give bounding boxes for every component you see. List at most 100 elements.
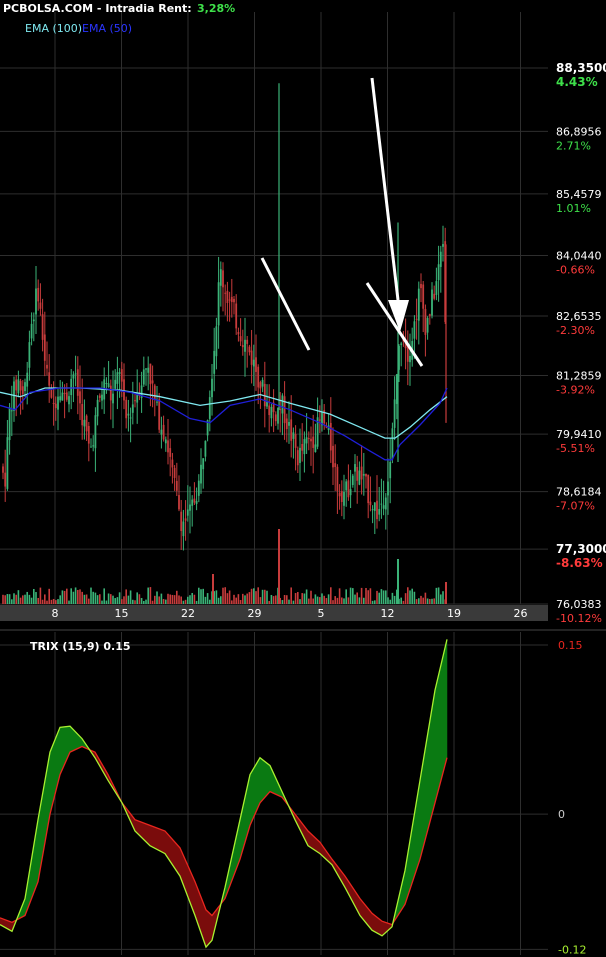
candle-body [226, 290, 229, 303]
candle-body [57, 396, 59, 410]
price-label: 77,3000 [556, 542, 606, 556]
volume-bar [332, 600, 334, 604]
candle-body [149, 363, 152, 385]
volume-bar [319, 597, 321, 604]
candle-body [193, 498, 196, 503]
candle-body [30, 323, 33, 339]
percent-label: -0.66% [556, 263, 595, 276]
volume-bar [233, 594, 235, 604]
volume-bar [182, 600, 185, 604]
volume-bar [4, 595, 6, 604]
candle-body [389, 461, 392, 479]
candle-body [184, 518, 187, 521]
volume-bar [250, 588, 253, 604]
candle-body [54, 403, 57, 409]
candle-body [391, 428, 394, 460]
candle-body [24, 382, 26, 392]
volume-bar [299, 599, 301, 604]
volume-bar [259, 597, 262, 604]
volume-bar [112, 595, 114, 604]
date-tick-label: 5 [318, 607, 325, 620]
volume-bar [121, 599, 123, 604]
candle-body [347, 480, 350, 498]
volume-bar [363, 597, 365, 604]
volume-bar [316, 596, 319, 604]
volume-bar [198, 587, 200, 604]
volume-bar [191, 592, 193, 604]
price-label: 78,6184 [556, 486, 602, 499]
candle-body [162, 424, 165, 440]
volume-bar [138, 594, 141, 604]
volume-bar [169, 594, 171, 604]
candle-body [151, 380, 154, 384]
candle-body [369, 501, 372, 506]
candle-body [268, 405, 271, 416]
candle-body [197, 480, 200, 496]
candle-body [109, 385, 112, 401]
volume-bar [400, 597, 402, 604]
volume-bar [28, 594, 31, 604]
candle-body [76, 369, 79, 396]
candle-body [10, 410, 13, 412]
volume-bar [136, 592, 138, 604]
candle-body [382, 505, 385, 509]
volume-bar [424, 592, 427, 604]
volume-bar [215, 590, 218, 604]
candle-body [48, 372, 51, 386]
volume-bar [352, 588, 354, 604]
volume-bar [360, 587, 363, 604]
volume-bar [411, 588, 413, 604]
volume-bar [354, 594, 356, 604]
candle-body [299, 447, 301, 463]
volume-bar [347, 597, 350, 604]
candle-body [246, 339, 249, 344]
candle-body [142, 369, 145, 385]
candle-body [26, 372, 29, 387]
candle-body [118, 372, 121, 374]
volume-bar [268, 600, 270, 604]
volume-bar [202, 588, 204, 604]
candle-body [384, 497, 387, 510]
candle-body [72, 374, 75, 379]
candle-body [19, 380, 22, 391]
volume-bar [336, 597, 339, 604]
volume-bar [134, 600, 136, 604]
candle-body [314, 444, 317, 453]
candle-body [371, 509, 374, 511]
percent-label: 4.43% [556, 75, 598, 89]
candle-body [334, 463, 337, 468]
volume-bar [422, 597, 424, 604]
volume-bar [314, 594, 317, 604]
volume-bar [33, 588, 35, 604]
candle-body [378, 509, 381, 515]
candle-body [79, 391, 81, 404]
volume-bar [327, 594, 330, 604]
candle-body [127, 413, 130, 416]
volume-bar [367, 590, 369, 604]
candle-body [318, 419, 321, 421]
volume-bar [156, 591, 158, 604]
candle-body [160, 429, 163, 435]
volume-bar [323, 595, 325, 604]
candle-body [182, 521, 185, 537]
volume-bar [125, 589, 127, 604]
volume-bar [81, 591, 83, 604]
candle-body [222, 270, 224, 288]
percent-label: 1.01% [556, 202, 591, 215]
candle-body [360, 466, 363, 480]
volume-bar [57, 599, 59, 604]
volume-bar [321, 593, 323, 604]
volume-bar [255, 591, 257, 604]
candle-body [32, 319, 35, 322]
candle-body [136, 394, 139, 403]
volume-bar [149, 587, 152, 604]
candle-body [17, 379, 20, 394]
price-label: 82,6535 [556, 310, 602, 323]
volume-bar [107, 593, 110, 604]
volume-bar [13, 593, 15, 604]
candle-body [219, 269, 222, 286]
volume-bar [308, 598, 310, 604]
volume-spike [445, 582, 447, 604]
volume-bar [349, 587, 352, 604]
volume-bar [189, 595, 191, 604]
